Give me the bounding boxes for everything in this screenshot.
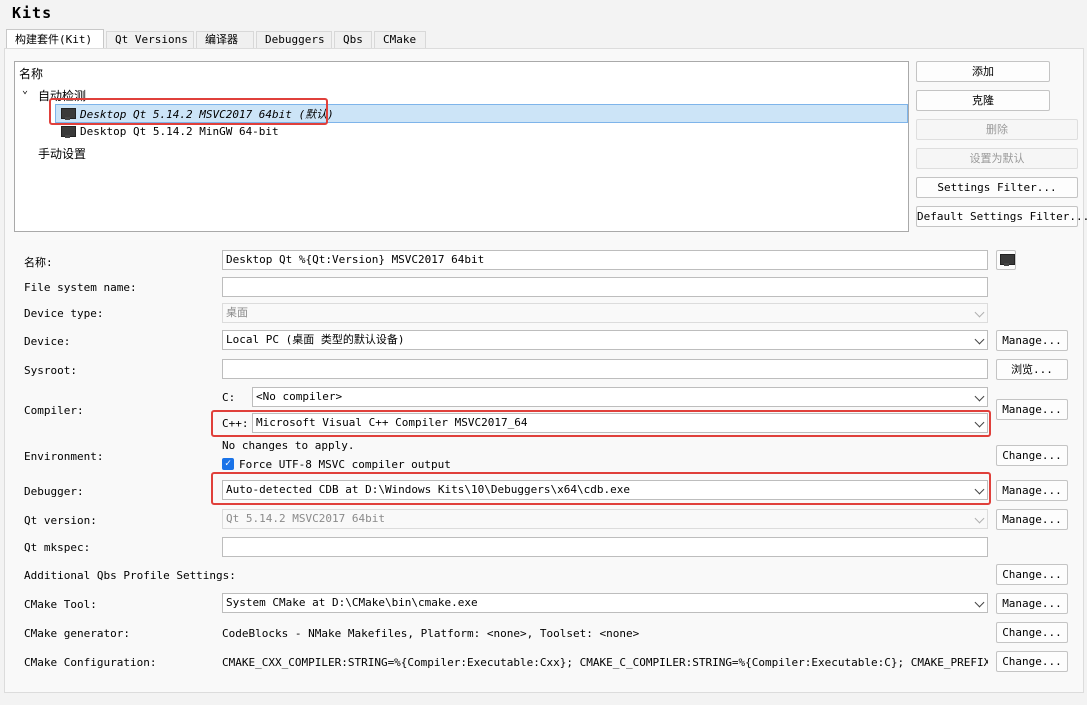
clone-button[interactable]: 克隆 bbox=[916, 90, 1050, 111]
cmake-tool-label: CMake Tool: bbox=[24, 598, 97, 611]
sysroot-label: Sysroot: bbox=[24, 364, 77, 377]
fsname-field[interactable] bbox=[222, 277, 988, 297]
make-default-button[interactable]: 设置为默认 bbox=[916, 148, 1078, 169]
monitor-icon bbox=[1000, 254, 1015, 266]
highlight-box-kit bbox=[49, 98, 328, 125]
debugger-manage-button[interactable]: Manage... bbox=[996, 480, 1068, 501]
cmake-config-label: CMake Configuration: bbox=[24, 656, 157, 669]
add-button[interactable]: 添加 bbox=[916, 61, 1050, 82]
cmake-config-change-button[interactable]: Change... bbox=[996, 651, 1068, 672]
highlight-box-compiler bbox=[211, 410, 991, 437]
kit-tree[interactable]: 名称 ⌄ 自动检测 Desktop Qt 5.14.2 MSVC2017 64b… bbox=[14, 61, 909, 232]
mkspec-label: Qt mkspec: bbox=[24, 541, 91, 554]
chevron-down-icon bbox=[974, 597, 985, 608]
device-type-value: 桌面 bbox=[226, 306, 248, 319]
environment-text: No changes to apply. bbox=[222, 439, 355, 452]
environment-change-button[interactable]: Change... bbox=[996, 445, 1068, 466]
compiler-label: Compiler: bbox=[24, 404, 84, 417]
compiler-c-value: <No compiler> bbox=[256, 390, 343, 403]
name-label: 名称: bbox=[24, 256, 53, 269]
qtversion-select[interactable]: Qt 5.14.2 MSVC2017 64bit bbox=[222, 509, 988, 529]
default-settings-filter-button[interactable]: Default Settings Filter... bbox=[916, 206, 1087, 227]
fsname-label: File system name: bbox=[24, 281, 137, 294]
chevron-down-icon bbox=[974, 307, 985, 318]
tab-debuggers[interactable]: Debuggers bbox=[256, 31, 332, 49]
compiler-c-label: C: bbox=[222, 391, 236, 404]
tree-group-manual[interactable]: 手动设置 bbox=[38, 145, 86, 162]
monitor-icon bbox=[61, 126, 76, 138]
tree-item-kit-mingw[interactable]: Desktop Qt 5.14.2 MinGW 64-bit bbox=[80, 125, 279, 138]
sysroot-field[interactable] bbox=[222, 359, 988, 379]
cmake-config-value: CMAKE_CXX_COMPILER:STRING=%{Compiler:Exe… bbox=[222, 656, 988, 669]
device-type-label: Device type: bbox=[24, 307, 104, 320]
qtversion-label: Qt version: bbox=[24, 514, 97, 527]
utf8-checkbox-label[interactable]: Force UTF-8 MSVC compiler output bbox=[239, 458, 451, 471]
cmake-generator-change-button[interactable]: Change... bbox=[996, 622, 1068, 643]
tab-qbs[interactable]: Qbs bbox=[334, 31, 372, 49]
tree-header: 名称 bbox=[19, 67, 44, 81]
device-value: Local PC (桌面 类型的默认设备) bbox=[226, 333, 405, 346]
device-manage-button[interactable]: Manage... bbox=[996, 330, 1068, 351]
cmake-tool-manage-button[interactable]: Manage... bbox=[996, 593, 1068, 614]
cmake-tool-value: System CMake at D:\CMake\bin\cmake.exe bbox=[226, 596, 478, 609]
name-field[interactable]: Desktop Qt %{Qt:Version} MSVC2017 64bit bbox=[222, 250, 988, 270]
window-title: Kits bbox=[12, 4, 53, 22]
qbs-profile-label: Additional Qbs Profile Settings: bbox=[24, 569, 236, 582]
chevron-down-icon bbox=[974, 391, 985, 402]
compiler-c-select[interactable]: <No compiler> bbox=[252, 387, 988, 407]
device-label: Device: bbox=[24, 335, 71, 348]
tab-qt-versions[interactable]: Qt Versions bbox=[106, 31, 194, 49]
chevron-down-icon bbox=[974, 513, 985, 524]
qbs-change-button[interactable]: Change... bbox=[996, 564, 1068, 585]
mkspec-field[interactable] bbox=[222, 537, 988, 557]
cmake-generator-label: CMake generator: bbox=[24, 627, 130, 640]
tab-compilers[interactable]: 编译器 bbox=[196, 31, 254, 49]
environment-label: Environment: bbox=[24, 450, 104, 463]
debugger-label: Debugger: bbox=[24, 485, 84, 498]
highlight-box-debugger bbox=[211, 472, 991, 505]
chevron-down-icon[interactable]: ⌄ bbox=[22, 85, 28, 96]
chevron-down-icon bbox=[974, 334, 985, 345]
sysroot-browse-button[interactable]: 浏览... bbox=[996, 359, 1068, 380]
tab-cmake[interactable]: CMake bbox=[374, 31, 426, 49]
kit-icon-button[interactable] bbox=[996, 250, 1016, 270]
tab-kits[interactable]: 构建套件(Kit) bbox=[6, 29, 104, 50]
cmake-generator-value: CodeBlocks - NMake Makefiles, Platform: … bbox=[222, 627, 640, 640]
qtversion-value: Qt 5.14.2 MSVC2017 64bit bbox=[226, 512, 385, 525]
utf8-checkbox[interactable]: ✓ bbox=[222, 458, 234, 470]
settings-filter-button[interactable]: Settings Filter... bbox=[916, 177, 1078, 198]
remove-button[interactable]: 删除 bbox=[916, 119, 1078, 140]
device-select[interactable]: Local PC (桌面 类型的默认设备) bbox=[222, 330, 988, 350]
qtversion-manage-button[interactable]: Manage... bbox=[996, 509, 1068, 530]
cmake-tool-select[interactable]: System CMake at D:\CMake\bin\cmake.exe bbox=[222, 593, 988, 613]
compiler-manage-button[interactable]: Manage... bbox=[996, 399, 1068, 420]
device-type-select[interactable]: 桌面 bbox=[222, 303, 988, 323]
